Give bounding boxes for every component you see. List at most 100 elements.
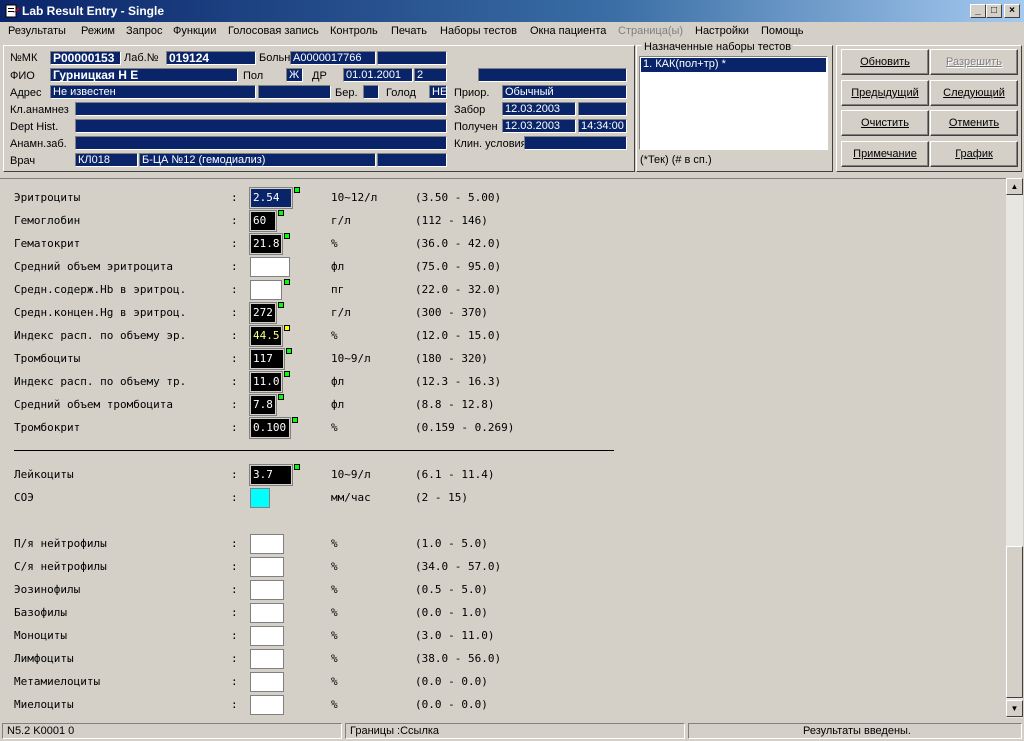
lab-number-field[interactable]: 019124 [166,51,256,65]
received-date-field[interactable]: 12.03.2003 [502,119,576,133]
result-value-input[interactable]: 60 [249,210,277,232]
result-value-input[interactable] [250,580,284,600]
unit-label: % [331,629,338,642]
allow-button[interactable]: Разрешить [930,49,1018,75]
close-button[interactable]: × [1004,4,1020,18]
sex-field[interactable]: Ж [286,68,303,82]
extra-field-right[interactable] [478,68,627,82]
unit-label: фл [331,375,345,388]
received-time-field[interactable]: 14:34:00 [578,119,627,133]
colon: : [231,352,238,365]
result-value-input[interactable] [250,534,284,554]
title-bar[interactable]: Lab Result Entry - Single _ □ × [0,0,1024,22]
hospital-field[interactable]: A0000017766 [290,51,376,65]
result-value-input[interactable] [250,672,284,692]
result-value-input[interactable]: 21.8 [249,233,283,255]
menu-item[interactable]: Результаты [8,25,66,37]
unit-label: г/л [331,306,351,319]
mk-field[interactable]: P00000153 [50,51,121,65]
colon: : [231,606,238,619]
previous-button[interactable]: Предыдущий [841,80,929,106]
test-sets-list[interactable]: 1. КАК(пол+тр) * [639,56,828,150]
test-name: Индекс расп. по объему эр. [14,329,187,342]
menu-item[interactable]: Запрос [126,25,162,37]
result-row: Эозинофилы:% (0.5 - 5.0) [0,579,1000,601]
hospital-extra-field[interactable] [377,51,447,65]
result-value-input[interactable]: 3.7 [249,464,293,486]
menu-item[interactable]: Контроль [330,25,378,37]
result-value-input[interactable]: 86.0 [250,257,290,277]
graph-button[interactable]: График [930,141,1018,167]
pregnancy-field[interactable] [363,85,379,99]
colon: : [231,537,238,550]
menu-item[interactable]: Печать [391,25,427,37]
next-button[interactable]: Следующий [930,80,1018,106]
result-value-input[interactable] [250,695,284,715]
unit-label: % [331,652,338,665]
scroll-down-icon[interactable]: ▼ [1006,700,1023,717]
flag-marker-icon [284,325,290,331]
dob-field[interactable]: 01.01.2001 [343,68,413,82]
result-value-input[interactable] [250,557,284,577]
result-value-input[interactable]: 272 [249,302,277,324]
collect-time-field[interactable] [578,102,627,116]
menu-item[interactable]: Страница(ы) [618,25,683,37]
address-field[interactable]: Не известен [50,85,256,99]
clin-anamnesis-label: Кл.анамнез [10,104,69,116]
collect-date-field[interactable]: 12.03.2003 [502,102,576,116]
doctor-extra-field[interactable] [377,153,447,167]
fio-label: ФИО [10,70,35,82]
fasting-field[interactable]: НЕ [429,85,447,99]
refresh-button[interactable]: Обновить [841,49,929,75]
menu-item[interactable]: Наборы тестов [440,25,517,37]
reference-range: (2 - 15) [415,491,468,504]
age-field[interactable]: 2 [414,68,447,82]
test-set-item[interactable]: 1. КАК(пол+тр) * [641,58,826,72]
unit-label: % [331,237,338,250]
scroll-thumb[interactable] [1006,546,1023,698]
clin-anamnesis-field[interactable] [75,102,447,116]
disease-anamnesis-field[interactable] [75,136,447,150]
result-value-input[interactable]: 7.8 [249,394,277,416]
clear-button[interactable]: Очистить [841,110,929,136]
colon: : [231,421,238,434]
menu-item[interactable]: Функции [173,25,216,37]
result-value-input[interactable]: 2.54 [249,187,293,209]
result-value-input[interactable]: 23.5 [250,280,282,300]
cancel-button[interactable]: Отменить [930,110,1018,136]
menu-item[interactable]: Помощь [761,25,804,37]
maximize-button[interactable]: □ [986,4,1002,18]
note-button[interactable]: Примечание [841,141,929,167]
pregnancy-label: Бер. [335,87,358,99]
vertical-scrollbar[interactable]: ▲ ▼ [1006,178,1023,718]
test-name: СОЭ [14,491,34,504]
scroll-up-icon[interactable]: ▲ [1006,178,1023,195]
minimize-button[interactable]: _ [970,4,986,18]
menu-item[interactable]: Окна пациента [530,25,606,37]
menu-item[interactable]: Голосовая запись [228,25,319,37]
priority-field[interactable]: Обычный [502,85,627,99]
menu-item[interactable]: Настройки [695,25,749,37]
result-value-input[interactable]: 44.5 [249,325,283,347]
test-name: Гемоглобин [14,214,81,227]
menu-item[interactable]: Режим [81,25,115,37]
result-value-input[interactable] [250,649,284,669]
result-value-input[interactable] [250,626,284,646]
result-value-input[interactable]: 117 [249,348,285,370]
doctor-code-field[interactable]: КЛ018 [75,153,138,167]
fio-field[interactable]: Гурницкая Н Е [50,68,238,82]
result-value-input[interactable]: 0.100 [249,417,291,439]
fasting-label: Голод [386,87,416,99]
result-value-input[interactable] [250,488,270,508]
result-value-input[interactable]: 11.0 [249,371,283,393]
colon: : [231,675,238,688]
doctor-department-field[interactable]: Б-ЦА №12 (гемодиализ) [139,153,376,167]
result-value-input[interactable] [250,603,284,623]
unit-label: % [331,421,338,434]
address-extra-field[interactable] [258,85,331,99]
reference-range: (34.0 - 57.0) [415,560,502,573]
reference-range: (3.50 - 5.00) [415,191,502,204]
clinical-conditions-field[interactable] [524,136,627,150]
colon: : [231,283,238,296]
dept-history-field[interactable] [75,119,447,133]
